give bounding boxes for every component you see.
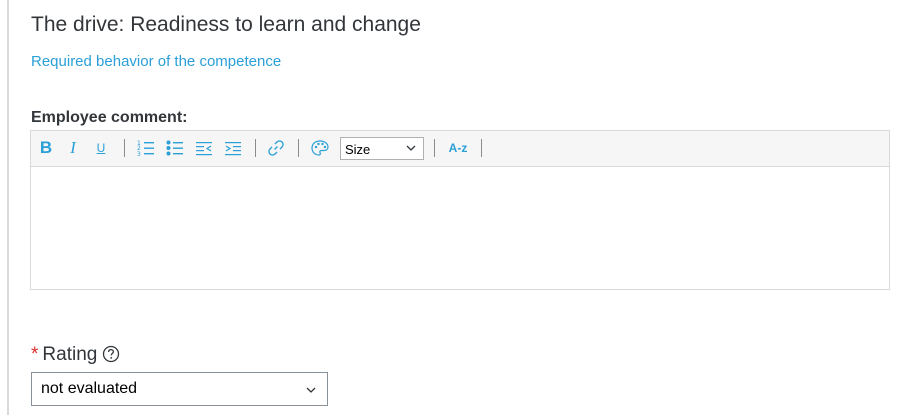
indent-icon[interactable] [223,137,243,159]
question-circle-icon[interactable] [102,345,120,369]
chevron-down-icon [305,383,317,401]
toolbar-separator [298,139,299,157]
chevron-down-icon [405,142,417,157]
remove-format-icon[interactable]: A-z [446,137,470,159]
bulleted-list-icon[interactable] [165,137,185,159]
color-palette-icon[interactable] [309,137,331,159]
competency-title: The drive: Readiness to learn and change [31,13,421,36]
editor-toolbar: B I U 1 2 3 Size A-z [31,131,889,167]
required-behavior-link[interactable]: Required behavior of the competence [31,53,281,70]
toolbar-separator [434,139,435,157]
italic-icon[interactable]: I [65,137,81,159]
font-size-select[interactable]: Size [340,137,424,160]
toolbar-separator [124,139,125,157]
rating-label-text: Rating [42,344,98,365]
svg-text:3: 3 [137,151,141,157]
font-size-value: Size [345,142,371,157]
competency-form: The drive: Readiness to learn and change… [0,0,903,415]
rating-select[interactable]: not evaluated [31,372,328,406]
outdent-icon[interactable] [194,137,214,159]
rating-label: * Rating [31,344,120,369]
toolbar-separator [481,139,482,157]
toolbar-separator [255,139,256,157]
employee-comment-label: Employee comment: [31,109,188,126]
left-divider [7,0,9,415]
rich-text-editor: B I U 1 2 3 Size A-z [30,130,890,290]
link-icon[interactable] [266,137,286,159]
underline-icon[interactable]: U [93,137,109,159]
required-marker: * [31,344,39,365]
employee-comment-textarea[interactable] [31,168,889,289]
bold-icon[interactable]: B [37,137,55,159]
rating-selected-value: not evaluated [41,380,138,397]
numbered-list-icon[interactable]: 1 2 3 [136,137,156,159]
